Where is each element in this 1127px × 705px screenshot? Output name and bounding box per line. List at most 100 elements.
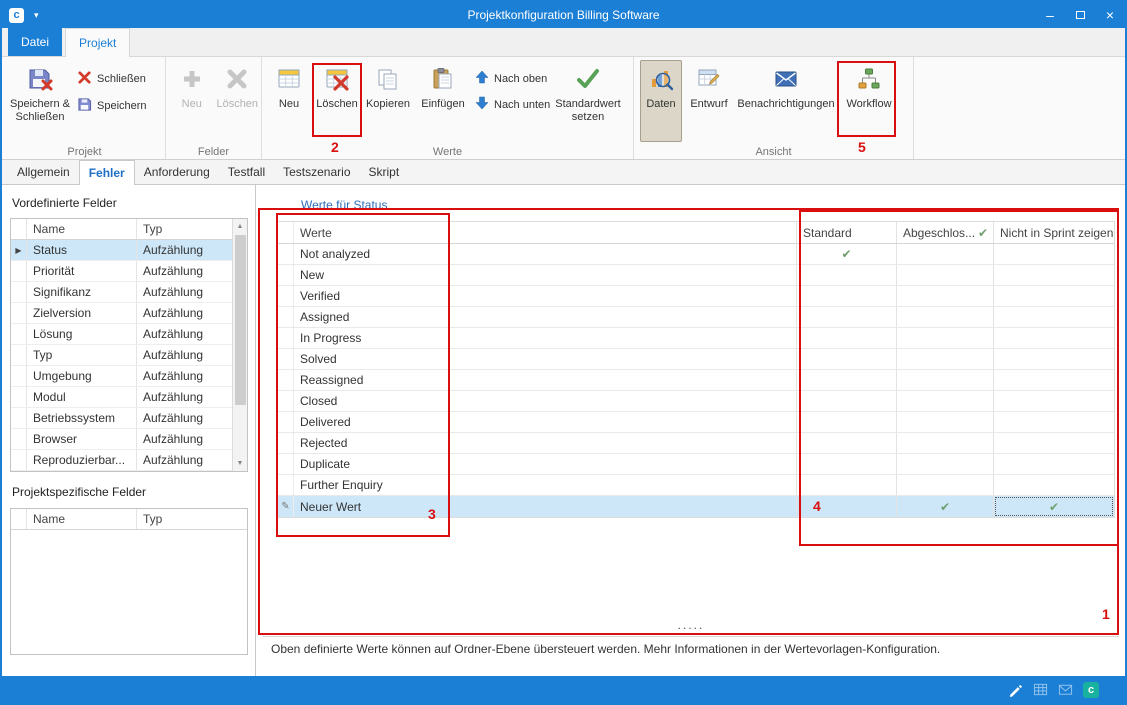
cell-name[interactable]: Betriebssystem <box>27 408 137 428</box>
cell-abgeschlossen[interactable] <box>897 328 994 348</box>
column-header-typ[interactable]: Typ <box>137 219 247 239</box>
cell-standard[interactable] <box>797 496 897 517</box>
cell-standard[interactable]: ✔ <box>797 244 897 264</box>
cell-typ[interactable]: Aufzählung <box>137 303 247 323</box>
tab-fehler[interactable]: Fehler <box>79 160 135 185</box>
cell-nicht-in-sprint[interactable] <box>994 265 1114 285</box>
tab-anforderung[interactable]: Anforderung <box>135 160 219 184</box>
cell-abgeschlossen[interactable] <box>897 244 994 264</box>
cell-abgeschlossen[interactable] <box>897 454 994 474</box>
column-header-werte[interactable]: Werte <box>294 222 797 243</box>
cell-name[interactable]: Umgebung <box>27 366 137 386</box>
benachrichtigungen-button[interactable]: Benachrichtigungen <box>736 60 836 142</box>
cell-typ[interactable]: Aufzählung <box>137 408 247 428</box>
standardwert-setzen-button[interactable]: Standardwert setzen <box>548 60 628 142</box>
cell-standard[interactable] <box>797 307 897 327</box>
save-and-close-button[interactable]: Speichern & Schließen <box>8 60 72 142</box>
cell-standard[interactable] <box>797 475 897 495</box>
app-icon[interactable]: c <box>9 8 24 23</box>
table-row[interactable]: ▶ Status Aufzählung <box>11 240 247 261</box>
table-row[interactable]: Typ Aufzählung <box>11 345 247 366</box>
cell-nicht-in-sprint[interactable] <box>994 433 1114 453</box>
cell-werte[interactable]: Assigned <box>294 307 797 327</box>
table-row[interactable]: Verified <box>278 286 1114 307</box>
maximize-button[interactable] <box>1065 2 1095 28</box>
cell-name[interactable]: Reproduzierbar... <box>27 450 137 470</box>
cell-typ[interactable]: Aufzählung <box>137 387 247 407</box>
cell-name[interactable]: Typ <box>27 345 137 365</box>
cell-werte[interactable]: Solved <box>294 349 797 369</box>
kopieren-button[interactable]: Kopieren <box>362 60 414 142</box>
table-row[interactable]: Assigned <box>278 307 1114 328</box>
table-row[interactable]: Rejected <box>278 433 1114 454</box>
cell-abgeschlossen[interactable] <box>897 475 994 495</box>
cell-typ[interactable]: Aufzählung <box>137 429 247 449</box>
cell-werte[interactable]: Further Enquiry <box>294 475 797 495</box>
scrollbar-thumb[interactable] <box>235 235 246 405</box>
cell-nicht-in-sprint[interactable] <box>994 391 1114 411</box>
table-row[interactable]: Priorität Aufzählung <box>11 261 247 282</box>
cell-abgeschlossen[interactable] <box>897 349 994 369</box>
table-row[interactable]: Reassigned <box>278 370 1114 391</box>
table-row[interactable]: Solved <box>278 349 1114 370</box>
cell-abgeschlossen[interactable]: ✔ <box>897 496 994 517</box>
cell-nicht-in-sprint-focused[interactable]: ✔ <box>994 496 1114 517</box>
tab-projekt[interactable]: Projekt <box>65 28 130 57</box>
column-header-name[interactable]: Name <box>27 219 137 239</box>
cell-standard[interactable] <box>797 286 897 306</box>
minimize-button[interactable]: – <box>1035 2 1065 28</box>
table-row[interactable]: Modul Aufzählung <box>11 387 247 408</box>
cell-nicht-in-sprint[interactable] <box>994 244 1114 264</box>
cell-name[interactable]: Signifikanz <box>27 282 137 302</box>
cell-name[interactable]: Status <box>27 240 137 260</box>
cell-abgeschlossen[interactable] <box>897 412 994 432</box>
column-header-abgeschlossen[interactable]: Abgeschlos... ✔ <box>897 222 994 243</box>
werte-loeschen-button[interactable]: Löschen <box>314 60 360 142</box>
quick-access-icon[interactable]: ▾ <box>34 10 39 21</box>
cell-typ[interactable]: Aufzählung <box>137 324 247 344</box>
cell-werte[interactable]: In Progress <box>294 328 797 348</box>
tab-skript[interactable]: Skript <box>360 160 409 184</box>
save-project-button[interactable]: Speichern <box>74 96 150 116</box>
cell-name[interactable]: Zielversion <box>27 303 137 323</box>
cell-abgeschlossen[interactable] <box>897 307 994 327</box>
column-header-name[interactable]: Name <box>27 509 137 529</box>
vertical-scrollbar[interactable]: ▲ ▼ <box>232 219 247 471</box>
table-row[interactable]: In Progress <box>278 328 1114 349</box>
cell-nicht-in-sprint[interactable] <box>994 349 1114 369</box>
pen-input-icon[interactable] <box>1008 682 1023 697</box>
cell-standard[interactable] <box>797 370 897 390</box>
cell-abgeschlossen[interactable] <box>897 286 994 306</box>
table-row[interactable]: Not analyzed ✔ <box>278 244 1114 265</box>
cell-werte[interactable]: Neuer Wert <box>294 496 797 517</box>
einfuegen-button[interactable]: Einfügen <box>416 60 470 142</box>
table-row[interactable]: Duplicate <box>278 454 1114 475</box>
table-row[interactable]: Signifikanz Aufzählung <box>11 282 247 303</box>
cell-standard[interactable] <box>797 433 897 453</box>
tab-allgemein[interactable]: Allgemein <box>8 160 79 184</box>
scroll-down-icon[interactable]: ▼ <box>233 456 247 471</box>
column-header-nicht-in-sprint[interactable]: Nicht in Sprint zeigen <box>994 222 1114 243</box>
app-status-icon[interactable]: c <box>1083 682 1099 698</box>
workflow-button[interactable]: Workflow <box>842 60 896 142</box>
cell-werte[interactable]: Duplicate <box>294 454 797 474</box>
close-button[interactable]: × <box>1095 2 1125 28</box>
cell-standard[interactable] <box>797 391 897 411</box>
table-row[interactable]: Betriebssystem Aufzählung <box>11 408 247 429</box>
cell-abgeschlossen[interactable] <box>897 265 994 285</box>
cell-name[interactable]: Priorität <box>27 261 137 281</box>
close-project-button[interactable]: Schließen <box>74 69 150 89</box>
cell-werte[interactable]: Verified <box>294 286 797 306</box>
cell-nicht-in-sprint[interactable] <box>994 475 1114 495</box>
table-row[interactable]: Reproduzierbar... Aufzählung <box>11 450 247 471</box>
cell-standard[interactable] <box>797 349 897 369</box>
tab-datei[interactable]: Datei <box>8 28 62 56</box>
cell-typ[interactable]: Aufzählung <box>137 345 247 365</box>
cell-nicht-in-sprint[interactable] <box>994 307 1114 327</box>
cell-werte[interactable]: Reassigned <box>294 370 797 390</box>
column-header-standard[interactable]: Standard <box>797 222 897 243</box>
nach-oben-button[interactable]: Nach oben <box>472 69 548 88</box>
cell-werte[interactable]: New <box>294 265 797 285</box>
cell-standard[interactable] <box>797 412 897 432</box>
tab-testfall[interactable]: Testfall <box>219 160 274 184</box>
